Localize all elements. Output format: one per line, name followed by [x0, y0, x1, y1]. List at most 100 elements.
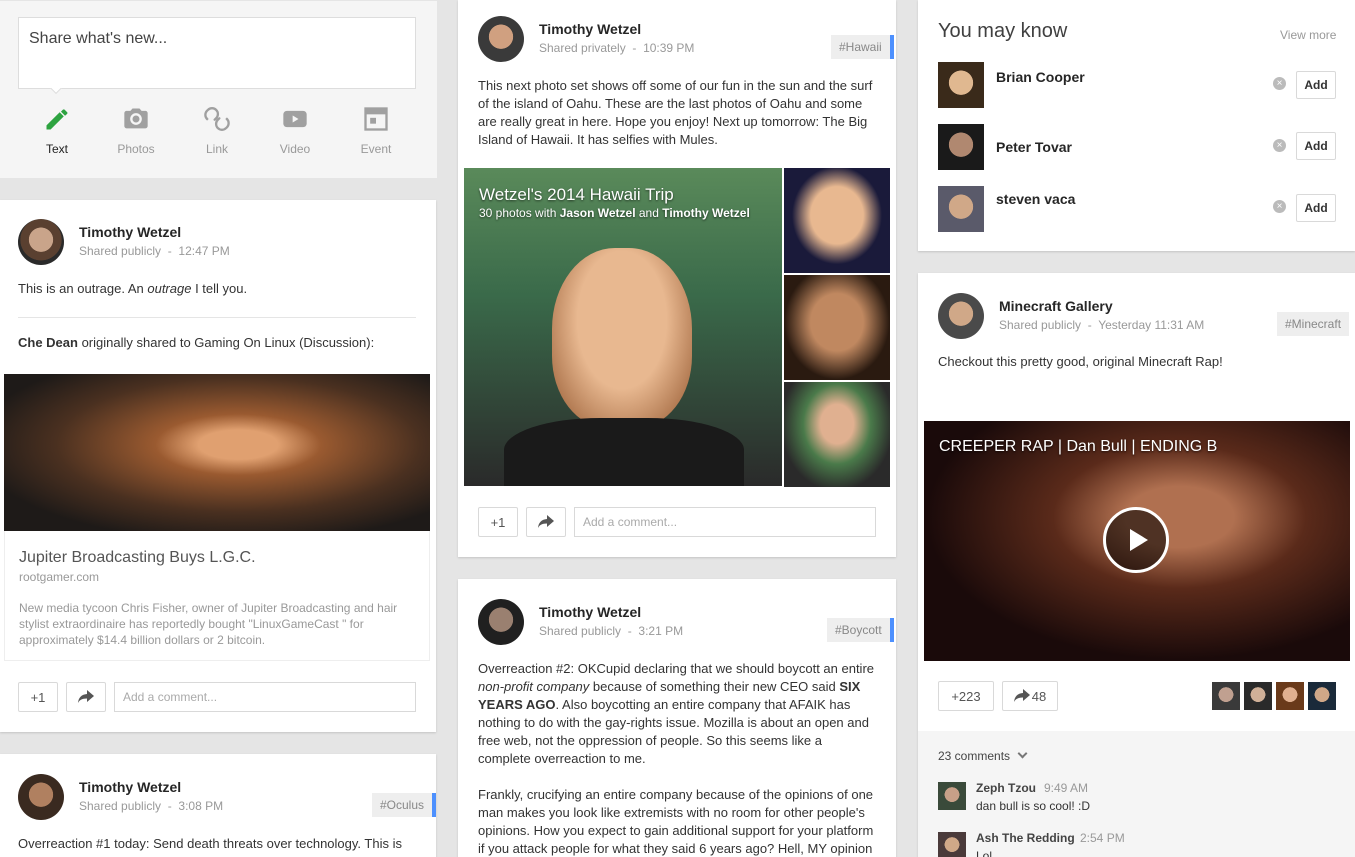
video-player[interactable]: CREEPER RAP | Dan Bull | ENDING B — [924, 421, 1350, 661]
share-arrow-icon — [1013, 689, 1030, 702]
share-input-pointer — [49, 88, 63, 96]
post-tag[interactable]: #Boycott — [827, 618, 894, 642]
share-action-video[interactable]: Video — [265, 105, 325, 156]
suggestion-name[interactable]: steven vaca — [996, 191, 1075, 207]
avatar[interactable] — [938, 62, 984, 108]
you-may-know-card: You may know View more Brian Cooper × Ad… — [918, 0, 1355, 251]
avatar[interactable] — [478, 599, 524, 645]
share-action-label: Link — [205, 142, 228, 156]
post-author[interactable]: Timothy Wetzel — [79, 779, 181, 795]
avatar[interactable] — [18, 219, 64, 265]
you-may-know-title: You may know — [938, 20, 1068, 42]
post-text-paragraph: Frankly, crucifying an entire company be… — [478, 787, 874, 856]
reshare-author[interactable]: Che Dean — [18, 335, 78, 350]
add-button[interactable]: Add — [1296, 132, 1336, 160]
comment-author[interactable]: Ash The Redding — [976, 831, 1075, 845]
link-icon — [204, 107, 230, 131]
post-meta: Shared publicly - 3:08 PM — [79, 799, 224, 813]
play-icon[interactable] — [1103, 507, 1169, 573]
plusoner-avatar[interactable] — [1212, 682, 1240, 710]
add-button[interactable]: Add — [1296, 194, 1336, 222]
post-author[interactable]: Timothy Wetzel — [539, 21, 641, 37]
dismiss-icon[interactable]: × — [1273, 77, 1286, 90]
comment-input[interactable]: Add a comment... — [574, 507, 876, 537]
share-action-label: Text — [45, 142, 68, 156]
link-preview-box[interactable]: Jupiter Broadcasting Buys L.G.C. rootgam… — [4, 531, 430, 661]
post-meta: Shared privately - 10:39 PM — [539, 41, 695, 55]
share-button[interactable]: 48 — [1002, 681, 1058, 711]
post-card: Timothy Wetzel Shared privately - 10:39 … — [458, 0, 896, 557]
post-author[interactable]: Timothy Wetzel — [539, 604, 641, 620]
post-text: Checkout this pretty good, original Mine… — [938, 354, 1223, 369]
plus-one-button[interactable]: +1 — [18, 682, 58, 712]
post-meta: Shared publicly - 12:47 PM — [79, 244, 230, 258]
album-title: Wetzel's 2014 Hawaii Trip — [479, 185, 674, 204]
post-text: Overreaction #1 today: Send death threat… — [18, 836, 402, 851]
avatar[interactable] — [938, 124, 984, 170]
post-tag[interactable]: #Hawaii — [831, 35, 894, 59]
comment-input[interactable]: Add a comment... — [114, 682, 416, 712]
dismiss-icon[interactable]: × — [1273, 200, 1286, 213]
view-more-link[interactable]: View more — [1280, 28, 1336, 42]
album-thumb-photo[interactable] — [784, 275, 890, 380]
avatar[interactable] — [478, 16, 524, 62]
plus-one-button[interactable]: +1 — [478, 507, 518, 537]
share-action-label: Event — [360, 142, 392, 156]
plusoner-avatar[interactable] — [1276, 682, 1304, 710]
post-author[interactable]: Timothy Wetzel — [79, 224, 181, 240]
plus-one-button[interactable]: +223 — [938, 681, 994, 711]
comment-avatar[interactable] — [938, 832, 966, 857]
share-count: 48 — [1031, 688, 1047, 704]
suggestion-name[interactable]: Peter Tovar — [996, 139, 1072, 155]
comment-author[interactable]: Zeph Tzou — [976, 781, 1036, 795]
post-text: This next photo set shows off some of ou… — [478, 78, 873, 147]
share-button[interactable] — [526, 507, 566, 537]
calendar-icon — [364, 107, 388, 131]
comment-text: Lol — [976, 849, 993, 857]
suggestion-row: Peter Tovar × Add — [938, 124, 1336, 172]
post-meta: Shared publicly - Yesterday 11:31 AM — [999, 318, 1205, 332]
comment-avatar[interactable] — [938, 782, 966, 810]
video-icon — [283, 110, 307, 128]
post-meta: Shared publicly - 3:21 PM — [539, 624, 684, 638]
link-preview-image[interactable] — [4, 374, 430, 531]
avatar[interactable] — [938, 186, 984, 232]
add-button[interactable]: Add — [1296, 71, 1336, 99]
avatar[interactable] — [938, 293, 984, 339]
share-arrow-icon — [538, 515, 554, 528]
post-author[interactable]: Minecraft Gallery — [999, 298, 1113, 314]
post-card: Timothy Wetzel Shared publicly - 3:21 PM… — [458, 579, 896, 857]
album-thumb-photo[interactable] — [784, 382, 890, 487]
post-card: Timothy Wetzel Shared publicly - 12:47 P… — [0, 200, 436, 732]
comment-text: dan bull is so cool! :D — [976, 799, 1091, 813]
plusoner-avatar[interactable] — [1244, 682, 1272, 710]
share-input[interactable]: Share what's new... — [18, 17, 416, 89]
album-main-photo[interactable]: Wetzel's 2014 Hawaii Trip 30 photos with… — [464, 168, 782, 486]
pencil-icon — [46, 109, 68, 130]
post-tag[interactable]: #Oculus — [372, 793, 436, 817]
reshare-line: Che Dean originally shared to Gaming On … — [18, 335, 375, 350]
comments-toggle[interactable]: 23 comments — [938, 748, 1028, 763]
link-domain: rootgamer.com — [19, 570, 100, 584]
chevron-down-icon — [1017, 748, 1028, 759]
plusoner-avatar[interactable] — [1308, 682, 1336, 710]
link-description: New media tycoon Chris Fisher, owner of … — [19, 601, 398, 647]
post-tag[interactable]: #Minecraft — [1277, 312, 1350, 336]
dismiss-icon[interactable]: × — [1273, 139, 1286, 152]
avatar[interactable] — [18, 774, 64, 820]
post-text: This is an outrage. An outrage I tell yo… — [18, 281, 248, 296]
album-thumb-photo[interactable] — [784, 168, 890, 273]
suggestion-row: steven vaca × Add — [938, 186, 1336, 234]
suggestion-name[interactable]: Brian Cooper — [996, 69, 1085, 85]
share-button[interactable] — [66, 682, 106, 712]
share-arrow-icon — [78, 690, 94, 703]
post-card: Timothy Wetzel Shared publicly - 3:08 PM… — [0, 754, 436, 857]
share-action-event[interactable]: Event — [346, 105, 406, 156]
link-title[interactable]: Jupiter Broadcasting Buys L.G.C. — [19, 549, 256, 567]
share-action-text[interactable]: Text — [27, 105, 87, 156]
video-title: CREEPER RAP | Dan Bull | ENDING B — [939, 438, 1218, 455]
comment-time: 2:54 PM — [1080, 831, 1125, 845]
share-action-photos[interactable]: Photos — [106, 105, 166, 156]
share-action-link[interactable]: Link — [187, 105, 247, 156]
divider — [18, 317, 416, 318]
